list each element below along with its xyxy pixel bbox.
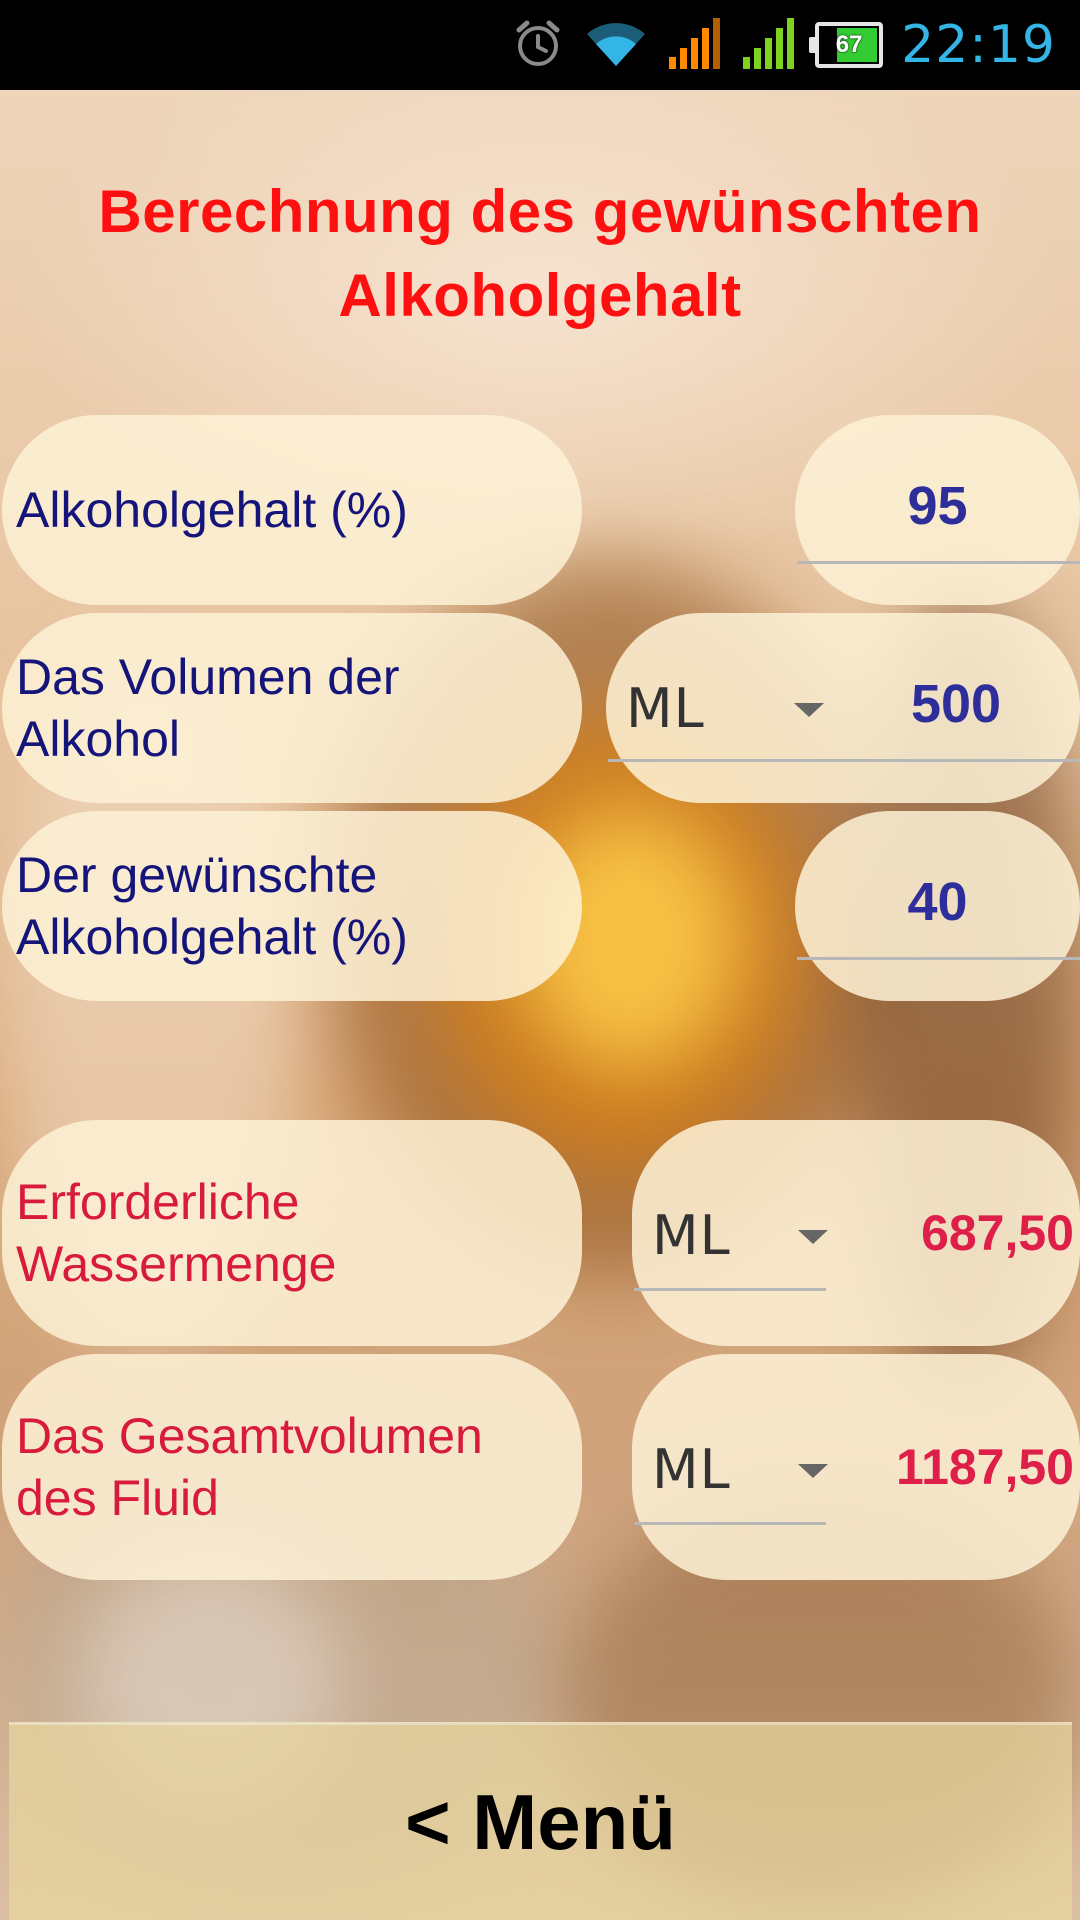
total-volume-unit: ML bbox=[652, 1437, 731, 1501]
desired-content-label: Der gewünschte Alkoholgehalt (%) bbox=[2, 811, 582, 1001]
battery-percent: 67 bbox=[835, 31, 863, 58]
desired-content-value: 40 bbox=[907, 872, 968, 932]
total-volume-label: Das Gesamtvolumen des Fluid bbox=[2, 1354, 582, 1580]
alcohol-content-label-text: Alkoholgehalt (%) bbox=[16, 482, 408, 538]
alcohol-volume-unit: ML bbox=[626, 676, 705, 740]
status-time: 22:19 bbox=[901, 15, 1056, 75]
page-title-line1: Berechnung des gewünschten bbox=[98, 178, 982, 245]
menu-button-label: < Menü bbox=[405, 1778, 676, 1866]
select-underline bbox=[634, 1288, 826, 1291]
select-underline bbox=[634, 1522, 826, 1525]
water-needed-label-text: Erforderliche Wassermenge bbox=[16, 1171, 336, 1295]
alarm-icon bbox=[511, 16, 565, 75]
total-volume-value: 1187,50 bbox=[896, 1439, 1074, 1495]
page-title: Berechnung des gewünschten Alkoholgehalt bbox=[0, 170, 1080, 338]
water-needed-value: 687,50 bbox=[921, 1205, 1074, 1261]
desired-content-label-text: Der gewünschte Alkoholgehalt (%) bbox=[16, 844, 408, 968]
menu-button[interactable]: < Menü bbox=[9, 1722, 1072, 1920]
background-image bbox=[0, 90, 1080, 1920]
wifi-icon bbox=[583, 16, 649, 75]
desired-content-input[interactable]: 40 bbox=[795, 811, 1080, 1001]
input-underline bbox=[797, 561, 1080, 564]
water-needed-label-line2: Wassermenge bbox=[16, 1236, 337, 1292]
water-needed-unit-select[interactable]: ML bbox=[652, 1200, 832, 1270]
desired-content-label-line1: Der gewünschte bbox=[16, 847, 378, 903]
total-volume-label-text: Das Gesamtvolumen des Fluid bbox=[16, 1405, 483, 1529]
water-needed-label-line1: Erforderliche bbox=[16, 1174, 300, 1230]
alcohol-volume-unit-select[interactable]: ML bbox=[626, 673, 826, 743]
signal-icon bbox=[667, 15, 723, 76]
water-needed-label: Erforderliche Wassermenge bbox=[2, 1120, 582, 1346]
alcohol-volume-label-text: Das Volumen der Alkohol bbox=[16, 646, 400, 770]
total-volume-label-line1: Das Gesamtvolumen bbox=[16, 1408, 483, 1464]
input-underline bbox=[797, 957, 1080, 960]
battery-icon: 67 bbox=[809, 22, 884, 68]
alcohol-volume-label-line2: Alkohol bbox=[16, 711, 180, 767]
chevron-down-icon bbox=[798, 1464, 828, 1478]
total-volume-label-line2: des Fluid bbox=[16, 1470, 219, 1526]
alcohol-content-label: Alkoholgehalt (%) bbox=[2, 415, 582, 605]
page-title-line2: Alkoholgehalt bbox=[338, 262, 742, 329]
chevron-down-icon bbox=[794, 703, 824, 717]
status-bar: 67 22:19 bbox=[0, 0, 1080, 90]
water-needed-group: ML 687,50 bbox=[632, 1120, 1080, 1346]
alcohol-volume-label-line1: Das Volumen der bbox=[16, 649, 400, 705]
alcohol-volume-label: Das Volumen der Alkohol bbox=[2, 613, 582, 803]
total-volume-unit-select[interactable]: ML bbox=[652, 1434, 832, 1504]
alcohol-volume-group: ML 500 bbox=[606, 613, 1080, 803]
desired-content-label-line2: Alkoholgehalt (%) bbox=[16, 909, 408, 965]
signal-icon bbox=[741, 15, 797, 76]
alcohol-content-value: 95 bbox=[907, 476, 968, 536]
total-volume-group: ML 1187,50 bbox=[632, 1354, 1080, 1580]
alcohol-volume-value[interactable]: 500 bbox=[856, 673, 1056, 735]
alcohol-content-input[interactable]: 95 bbox=[795, 415, 1080, 605]
water-needed-unit: ML bbox=[652, 1203, 731, 1267]
input-underline bbox=[608, 759, 1080, 762]
chevron-down-icon bbox=[798, 1230, 828, 1244]
